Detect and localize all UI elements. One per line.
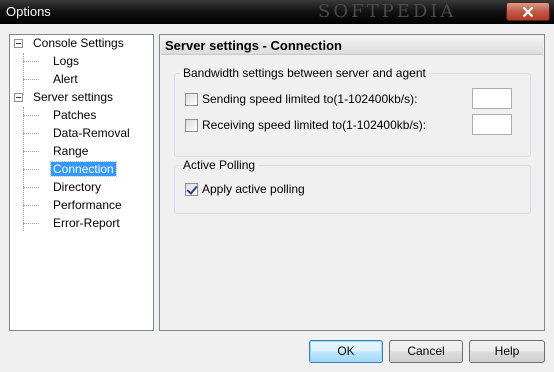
receiving-speed-option[interactable]: Receiving speed limited to(1-102400kb/s)… [185,117,426,133]
close-button[interactable] [506,2,550,21]
close-icon [522,6,534,17]
help-button[interactable]: Help [469,340,545,363]
tree-item-server-settings[interactable]: Server settings [31,89,115,105]
titlebar-watermark: SOFTPEDIA [318,1,457,22]
collapse-console-settings-icon[interactable] [14,39,23,48]
title-bar[interactable]: Options SOFTPEDIA [0,0,554,24]
sending-speed-label: Sending speed limited to(1-102400kb/s): [202,92,418,106]
sending-speed-checkbox[interactable] [185,92,198,106]
bandwidth-group-title: Bandwidth settings between server and ag… [180,66,429,80]
cancel-button[interactable]: Cancel [389,340,463,363]
collapse-server-settings-icon[interactable] [14,93,23,102]
receiving-speed-input[interactable] [472,114,512,135]
tree-item-range[interactable]: Range [51,143,90,159]
tree-item-performance[interactable]: Performance [51,197,124,213]
tree-item-data-removal[interactable]: Data-Removal [51,125,132,141]
receiving-speed-label: Receiving speed limited to(1-102400kb/s)… [202,118,427,132]
tree-item-patches[interactable]: Patches [51,107,98,123]
polling-group-title: Active Polling [180,158,259,172]
tree-item-directory[interactable]: Directory [51,179,103,195]
settings-panel: Server settings - Connection Bandwidth s… [159,34,545,331]
tree-item-logs[interactable]: Logs [51,53,81,69]
active-polling-option[interactable]: Apply active polling [185,181,305,197]
sending-speed-option[interactable]: Sending speed limited to(1-102400kb/s): [185,91,417,107]
dialog-client-area: Console Settings Logs Alert Server setti… [0,24,554,372]
tree-item-error-report[interactable]: Error-Report [51,215,122,231]
tree-item-console-settings[interactable]: Console Settings [31,35,126,51]
window-title: Options [6,4,51,19]
sending-speed-input[interactable] [472,88,512,109]
settings-tree[interactable]: Console Settings Logs Alert Server setti… [9,34,154,331]
active-polling-checkbox[interactable] [185,182,198,196]
tree-item-connection[interactable]: Connection [50,161,117,177]
panel-title: Server settings - Connection [161,36,543,55]
ok-button[interactable]: OK [309,340,383,363]
options-window: Options SOFTPEDIA Console Settings Logs … [0,0,554,372]
tree-item-alert[interactable]: Alert [51,71,80,87]
receiving-speed-checkbox[interactable] [185,118,198,132]
active-polling-label: Apply active polling [202,182,305,196]
